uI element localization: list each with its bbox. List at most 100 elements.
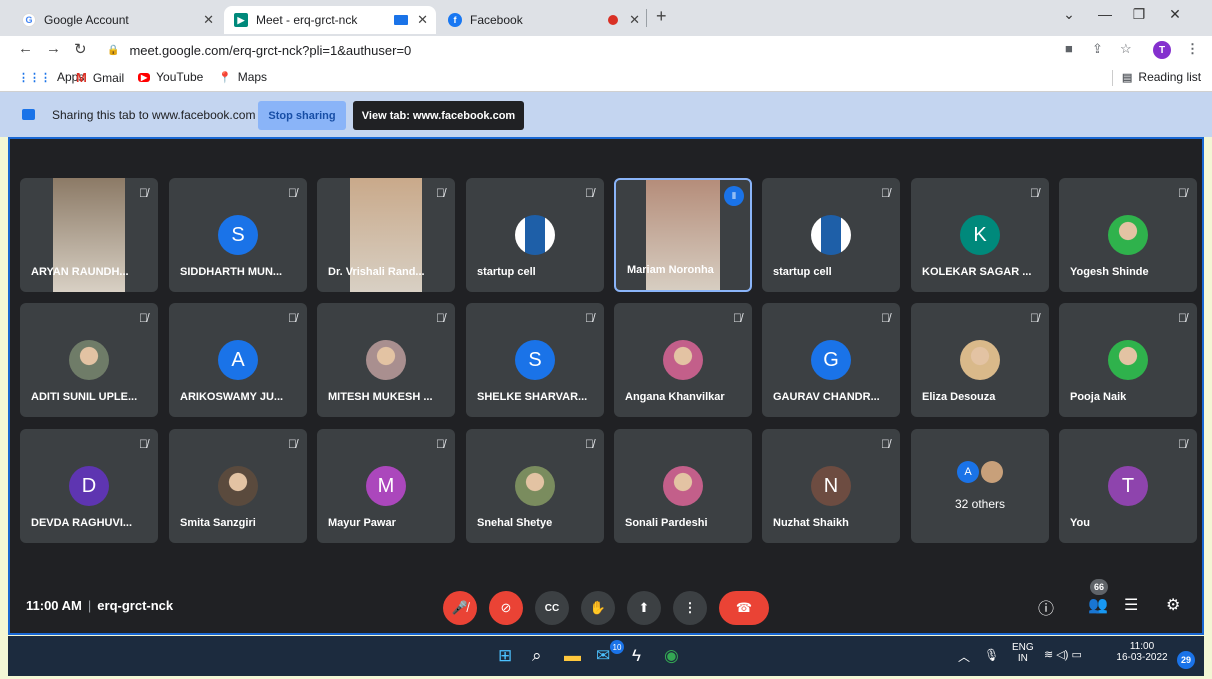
participant-photo bbox=[366, 340, 406, 380]
muted-mic-icon: 🎙̸ bbox=[1178, 186, 1187, 200]
notification-badge[interactable]: 29 bbox=[1177, 651, 1195, 669]
participant-photo bbox=[1108, 340, 1148, 380]
tab-facebook[interactable]: f Facebook ✕ bbox=[438, 6, 648, 34]
raise-hand-button[interactable]: ✋ bbox=[581, 591, 615, 625]
mail-icon[interactable]: ✉ bbox=[596, 646, 610, 666]
address-bar[interactable]: 🔒 meet.google.com/erq-grct-nck?pli=1&aut… bbox=[107, 38, 1067, 62]
participant-tile[interactable]: N 🎙̸ Nuzhat Shaikh bbox=[762, 429, 900, 543]
stop-sharing-button[interactable]: Stop sharing bbox=[258, 101, 346, 130]
participant-tile[interactable]: A 🎙̸ ARIKOSWAMY JU... bbox=[169, 303, 307, 417]
language-indicator[interactable]: ENG IN bbox=[1012, 642, 1034, 664]
people-icon[interactable]: 👥 bbox=[1088, 595, 1108, 615]
muted-mic-icon: 🎙̸ bbox=[139, 437, 148, 451]
meeting-code: erq-grct-nck bbox=[97, 598, 174, 613]
url-text: meet.google.com/erq-grct-nck?pli=1&authu… bbox=[129, 42, 412, 58]
forward-button[interactable]: → bbox=[46, 40, 61, 57]
tab-search-icon[interactable]: ⌄ bbox=[1054, 6, 1084, 23]
participant-tile[interactable]: 🎙̸ Dr. Vrishali Rand... bbox=[317, 178, 455, 292]
participant-name: startup cell bbox=[773, 266, 832, 278]
chrome-icon[interactable]: ◉ bbox=[664, 646, 679, 666]
minimize-button[interactable]: — bbox=[1090, 6, 1120, 22]
window-close-button[interactable]: ✕ bbox=[1160, 6, 1190, 23]
app-icon[interactable]: ϟ bbox=[632, 646, 641, 666]
participant-avatar: D bbox=[69, 466, 109, 506]
camera-icon[interactable]: ■ bbox=[1065, 41, 1073, 56]
clock[interactable]: 11:00 16-03-2022 bbox=[1112, 641, 1172, 663]
participant-tile[interactable]: 🎙̸ Snehal Shetye bbox=[466, 429, 604, 543]
leave-call-button[interactable]: ☎ bbox=[719, 591, 769, 625]
bookmark-youtube[interactable]: ▶ YouTube bbox=[138, 70, 203, 84]
microphone-icon[interactable]: 🎙 bbox=[984, 648, 999, 662]
back-button[interactable]: ← bbox=[18, 40, 33, 57]
participant-tile[interactable]: A 32 others bbox=[911, 429, 1049, 543]
participant-photo bbox=[1108, 215, 1148, 255]
share-icon[interactable]: ⇪ bbox=[1092, 41, 1103, 57]
participant-tile[interactable]: S 🎙̸ SIDDHARTH MUN... bbox=[169, 178, 307, 292]
participant-name: MITESH MUKESH ... bbox=[328, 391, 433, 403]
participant-tile[interactable]: ⦀ Mariam Noronha bbox=[614, 178, 752, 292]
participant-tile[interactable]: 🎙̸ startup cell bbox=[762, 178, 900, 292]
mic-off-button[interactable]: 🎤̸ bbox=[443, 591, 477, 625]
wifi-volume-battery-icon[interactable]: ≋ ◁) ▭ bbox=[1044, 648, 1082, 661]
participant-name: KOLEKAR SAGAR ... bbox=[922, 266, 1032, 278]
restore-button[interactable]: ❐ bbox=[1124, 6, 1154, 23]
muted-mic-icon: 🎙̸ bbox=[288, 311, 297, 325]
participant-avatar: M bbox=[366, 466, 406, 506]
participant-name: SIDDHARTH MUN... bbox=[180, 266, 283, 278]
captions-button[interactable]: CC bbox=[535, 591, 569, 625]
bookmark-apps[interactable]: ⋮⋮⋮ Apps bbox=[18, 70, 84, 84]
view-tab-button[interactable]: View tab: www.facebook.com bbox=[353, 101, 524, 130]
participant-tile[interactable]: 🎙̸ Smita Sanzgiri bbox=[169, 429, 307, 543]
participant-tile[interactable]: 🎙̸ startup cell bbox=[466, 178, 604, 292]
bookmarks-bar: ⋮⋮⋮ Apps M Gmail ▶ YouTube 📍 Maps ▤ Read… bbox=[0, 64, 1212, 92]
tab-google-account[interactable]: G Google Account ✕ bbox=[12, 6, 222, 34]
muted-mic-icon: 🎙̸ bbox=[288, 437, 297, 451]
close-icon[interactable]: ✕ bbox=[629, 12, 640, 28]
bookmark-maps[interactable]: 📍 Maps bbox=[218, 70, 267, 84]
activities-icon[interactable]: ⚙ bbox=[1166, 595, 1180, 615]
participant-tile[interactable]: G 🎙̸ GAURAV CHANDR... bbox=[762, 303, 900, 417]
participant-tile[interactable]: S 🎙̸ SHELKE SHARVAR... bbox=[466, 303, 604, 417]
reload-button[interactable]: ↻ bbox=[74, 40, 87, 58]
participant-tile[interactable]: 🎙̸ Eliza Desouza bbox=[911, 303, 1049, 417]
participant-tile[interactable]: 🎙̸ Yogesh Shinde bbox=[1059, 178, 1197, 292]
info-icon[interactable]: ⓘ bbox=[1038, 595, 1054, 619]
tab-meet[interactable]: ▶ Meet - erq-grct-nck ✕ bbox=[224, 6, 436, 34]
browser-chrome: G Google Account ✕ ▶ Meet - erq-grct-nck… bbox=[0, 0, 1212, 137]
participant-tile[interactable]: T 🎙̸ You bbox=[1059, 429, 1197, 543]
participant-tile[interactable]: 🎙̸ Pooja Naik bbox=[1059, 303, 1197, 417]
new-tab-button[interactable]: + bbox=[656, 6, 667, 27]
participant-tile[interactable]: D 🎙̸ DEVDA RAGHUVI... bbox=[20, 429, 158, 543]
present-button[interactable]: ⬆ bbox=[627, 591, 661, 625]
participant-name: startup cell bbox=[477, 266, 536, 278]
windows-start-icon[interactable]: ⊞ bbox=[498, 646, 512, 666]
bookmark-star-icon[interactable]: ☆ bbox=[1120, 41, 1132, 57]
startup-cell-logo bbox=[811, 215, 851, 255]
muted-mic-icon: 🎙̸ bbox=[585, 186, 594, 200]
close-icon[interactable]: ✕ bbox=[417, 12, 428, 28]
participant-tile[interactable]: K 🎙̸ KOLEKAR SAGAR ... bbox=[911, 178, 1049, 292]
profile-avatar[interactable]: T bbox=[1153, 41, 1171, 59]
participant-photo bbox=[663, 340, 703, 380]
participant-tile[interactable]: M 🎙̸ Mayur Pawar bbox=[317, 429, 455, 543]
close-icon[interactable]: ✕ bbox=[203, 12, 214, 28]
chat-icon[interactable]: ☰ bbox=[1124, 595, 1138, 615]
more-options-button[interactable]: ⋮ bbox=[673, 591, 707, 625]
participant-tile[interactable]: 🎙̸ ARYAN RAUNDH... bbox=[20, 178, 158, 292]
reading-list-button[interactable]: ▤ Reading list bbox=[1122, 70, 1201, 84]
file-explorer-icon[interactable]: ▬ bbox=[564, 646, 581, 666]
participant-photo bbox=[515, 466, 555, 506]
participant-name: Mariam Noronha bbox=[627, 264, 714, 276]
muted-mic-icon: 🎙̸ bbox=[436, 311, 445, 325]
participant-tile[interactable]: 🎙̸ ADITI SUNIL UPLE... bbox=[20, 303, 158, 417]
muted-mic-icon: 🎙̸ bbox=[288, 186, 297, 200]
search-icon[interactable]: ⌕ bbox=[532, 646, 542, 666]
bookmark-gmail[interactable]: M Gmail bbox=[76, 70, 124, 85]
camera-off-button[interactable]: ⊘ bbox=[489, 591, 523, 625]
menu-icon[interactable]: ⋮ bbox=[1186, 41, 1199, 57]
participant-tile[interactable]: 🎙̸ MITESH MUKESH ... bbox=[317, 303, 455, 417]
tray-chevron-icon[interactable]: ︿ bbox=[958, 648, 970, 665]
participant-tile[interactable]: Sonali Pardeshi bbox=[614, 429, 752, 543]
tab-strip: G Google Account ✕ ▶ Meet - erq-grct-nck… bbox=[0, 0, 1212, 36]
participant-tile[interactable]: 🎙̸ Angana Khanvilkar bbox=[614, 303, 752, 417]
